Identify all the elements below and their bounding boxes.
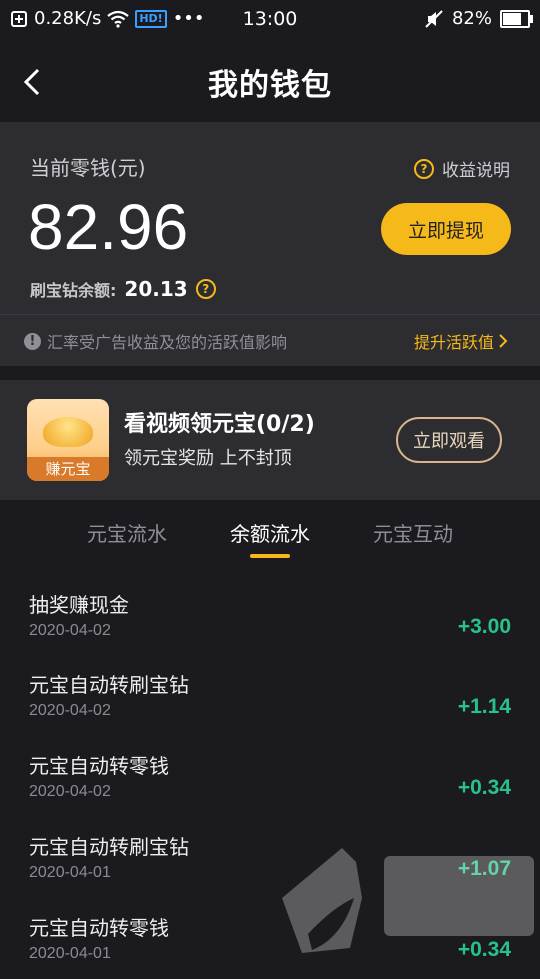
- item-date: 2020-04-01: [29, 864, 111, 881]
- top-nav: 我的钱包: [0, 40, 540, 122]
- wallet-card: 当前零钱(元) ? 收益说明 82.96 立即提现 刷宝钻余额: 20.13 ?…: [0, 122, 540, 366]
- item-amount: +0.34: [457, 938, 511, 961]
- rate-notice: ! 汇率受广告收益及您的活跃值影响 提升活跃值: [0, 314, 540, 367]
- promo-card: 赚元宝 看视频领元宝(0/2) 领元宝奖励 上不封顶 立即观看: [0, 380, 540, 500]
- item-date: 2020-04-01: [29, 945, 111, 962]
- tab-balance-flow[interactable]: 余额流水: [200, 518, 340, 547]
- boost-activity-link[interactable]: 提升活跃值: [414, 329, 508, 353]
- boost-activity-label: 提升活跃值: [413, 333, 494, 352]
- mute-icon: [425, 9, 443, 28]
- promo-title: 看视频领元宝(0/2): [124, 412, 315, 437]
- item-date: 2020-04-02: [29, 622, 111, 639]
- status-bar: 0.28K/s HD! ••• 13:00 82%: [0, 0, 540, 40]
- item-title: 元宝自动转零钱: [29, 754, 169, 778]
- list-item[interactable]: 抽奖赚现金 2020-04-02 +3.00: [0, 575, 540, 656]
- item-date: 2020-04-02: [29, 702, 111, 719]
- battery-fill: [503, 12, 521, 25]
- item-title: 抽奖赚现金: [29, 593, 129, 617]
- diamond-balance: 刷宝钻余额: 20.13 ?: [30, 277, 216, 301]
- question-icon: ?: [414, 158, 434, 179]
- balance-amount: 82.96: [28, 191, 189, 263]
- list-item[interactable]: 元宝自动转零钱 2020-04-02 +0.34: [0, 736, 540, 817]
- item-amount: +1.14: [457, 695, 511, 718]
- item-amount: +0.34: [457, 776, 511, 799]
- battery-percent: 82%: [451, 8, 492, 29]
- item-title: 元宝自动转刷宝钻: [29, 835, 189, 859]
- chevron-right-icon: [499, 334, 508, 348]
- battery-icon: [500, 9, 533, 28]
- list-item[interactable]: 元宝自动转刷宝钻 2020-04-02 +1.14: [0, 655, 540, 736]
- balance-label: 当前零钱(元): [30, 156, 146, 180]
- diamond-help-icon[interactable]: ?: [195, 279, 216, 299]
- ingot-icon: [43, 417, 93, 447]
- diamond-label: 刷宝钻余额:: [30, 281, 117, 300]
- item-title: 元宝自动转零钱: [29, 916, 169, 940]
- withdraw-button[interactable]: 立即提现: [381, 203, 511, 255]
- page-title: 我的钱包: [208, 68, 332, 103]
- notice-text-wrap: ! 汇率受广告收益及您的活跃值影响: [24, 329, 287, 353]
- status-right: 82%: [424, 8, 533, 29]
- active-tab-indicator: [250, 554, 290, 558]
- item-date: 2020-04-02: [29, 783, 111, 800]
- notice-text: 汇率受广告收益及您的活跃值影响: [47, 333, 288, 352]
- item-title: 元宝自动转刷宝钻: [29, 673, 189, 697]
- list-item[interactable]: 元宝自动转零钱 2020-04-01 +0.34: [0, 898, 540, 979]
- item-amount: +3.00: [457, 615, 511, 638]
- gold-ingot-image: 赚元宝: [27, 399, 109, 481]
- item-amount: +1.07: [457, 857, 511, 880]
- tab-ingot-interaction[interactable]: 元宝互动: [343, 518, 483, 547]
- earnings-help-label: 收益说明: [442, 161, 510, 181]
- diamond-value: 20.13: [124, 277, 188, 301]
- watch-now-button[interactable]: 立即观看: [396, 417, 502, 463]
- tab-ingot-flow[interactable]: 元宝流水: [57, 518, 197, 547]
- history-tabs: 元宝流水 余额流水 元宝互动: [0, 508, 540, 568]
- list-item[interactable]: 元宝自动转刷宝钻 2020-04-01 +1.07: [0, 817, 540, 898]
- promo-subtitle: 领元宝奖励 上不封顶: [124, 448, 292, 469]
- earnings-help-link[interactable]: ? 收益说明: [414, 156, 510, 181]
- info-icon: !: [24, 332, 41, 350]
- promo-image-caption: 赚元宝: [27, 457, 109, 481]
